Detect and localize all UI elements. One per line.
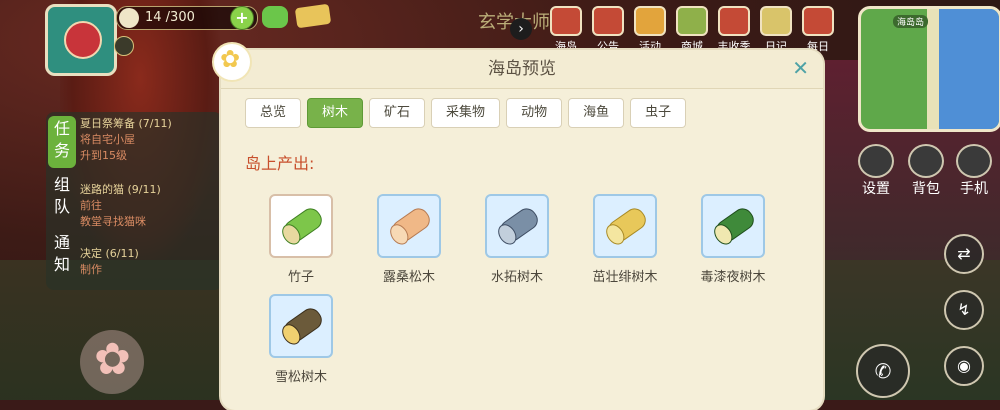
side-btn-label: 背包 [912, 181, 940, 197]
player-avatar[interactable] [45, 4, 117, 76]
coin-icon [119, 8, 139, 28]
tab-sea-fish[interactable]: 海鱼 [568, 98, 625, 128]
tab-notify[interactable]: 通知 [48, 232, 76, 282]
camera-button[interactable]: ◉ [944, 346, 984, 386]
swap-button[interactable]: ⇄ [944, 234, 984, 274]
modal-tabs: 总览 树木 矿石 采集物 动物 海鱼 虫子 [245, 98, 687, 128]
megaphone-button[interactable]: ✆ [856, 344, 910, 398]
task-tab-label: 通知 [53, 233, 70, 274]
lacquer-log-icon [712, 204, 758, 246]
sturdy-log-icon [604, 204, 650, 246]
close-icon[interactable]: ✕ [792, 58, 809, 78]
diary-icon [760, 6, 792, 36]
minimap-label: 海岛岛 [893, 15, 929, 28]
item-slot [269, 194, 333, 258]
item-pine-log[interactable]: 露桑松木 [369, 194, 449, 285]
megaphone-icon: ✆ [874, 359, 892, 383]
avatar-face-icon [64, 21, 102, 59]
nav-harvest[interactable]: 丰收季 [716, 6, 752, 53]
nav-daily[interactable]: 每日 [800, 6, 836, 53]
backpack-button[interactable]: 背包 [906, 144, 946, 198]
side-btn-label: 手机 [960, 181, 988, 197]
frog-icon[interactable] [262, 6, 288, 28]
tab-team[interactable]: 组队 [48, 174, 76, 224]
backpack-icon [908, 144, 944, 178]
item-slot [377, 194, 441, 258]
gear-icon [858, 144, 894, 178]
item-label: 茁壮绯树木 [592, 270, 658, 285]
task-tab-label: 任务 [53, 119, 70, 160]
tab-overview[interactable]: 总览 [245, 98, 302, 128]
item-cedar-log[interactable]: 雪松树木 [261, 294, 341, 385]
tab-animals[interactable]: 动物 [506, 98, 563, 128]
camera-icon: ◉ [957, 356, 971, 375]
section-title: 岛上产出: [245, 154, 315, 173]
item-slot [269, 294, 333, 358]
scythe-icon: ↯ [957, 300, 971, 319]
minimap[interactable]: 海岛岛 [858, 6, 1000, 132]
events-icon [634, 6, 666, 36]
tab-ores[interactable]: 矿石 [369, 98, 426, 128]
cedar-log-icon [280, 304, 326, 346]
nav-events[interactable]: 活动 [632, 6, 668, 53]
item-label: 竹子 [287, 270, 314, 285]
status-badge-icon[interactable] [114, 36, 134, 56]
island-icon [550, 6, 582, 36]
nav-notice[interactable]: 公告 [590, 6, 626, 53]
wheat-icon [718, 6, 750, 36]
item-lacquer-log[interactable]: 毒漆夜树木 [693, 194, 773, 285]
item-label: 露桑松木 [382, 270, 435, 285]
flower-decoration-icon [212, 42, 252, 82]
joystick-flower-button[interactable] [80, 330, 144, 394]
island-preview-modal: 海岛预览 ✕ 总览 树木 矿石 采集物 动物 海鱼 虫子 岛上产出: 竹子 露桑… [221, 50, 823, 410]
task-panel: 任务 组队 通知 夏日祭筹备 (7/11) 将自宅小屋 升到15级 迷路的猫 (… [46, 112, 222, 290]
modal-title: 海岛预览 [488, 59, 556, 79]
tool-button[interactable]: ↯ [944, 290, 984, 330]
item-slot [701, 194, 765, 258]
pine-log-icon [388, 204, 434, 246]
swap-icon: ⇄ [957, 244, 971, 263]
task-tab-label: 组队 [53, 175, 70, 216]
nav-diary[interactable]: 日记 [758, 6, 794, 53]
minimap-water [939, 9, 999, 129]
item-label: 毒漆夜树木 [700, 270, 766, 285]
tab-trees[interactable]: 树木 [307, 98, 364, 128]
phone-button[interactable]: 手机 [954, 144, 994, 198]
top-nav: 海岛 公告 活动 商城 丰收季 日记 每日 [548, 6, 836, 53]
nav-shop[interactable]: 商城 [674, 6, 710, 53]
shop-icon [676, 6, 708, 36]
settings-button[interactable]: 设置 [856, 144, 896, 198]
expand-arrow-button[interactable]: › [510, 18, 532, 40]
calendar-icon [802, 6, 834, 36]
item-bamboo[interactable]: 竹子 [261, 194, 341, 285]
item-label: 水拓树木 [490, 270, 543, 285]
nav-island[interactable]: 海岛 [548, 6, 584, 53]
item-sturdy-log[interactable]: 茁壮绯树木 [585, 194, 665, 285]
item-water-log[interactable]: 水拓树木 [477, 194, 557, 285]
item-slot [485, 194, 549, 258]
bamboo-icon [280, 204, 326, 246]
add-energy-button[interactable]: + [230, 6, 254, 30]
phone-icon [956, 144, 992, 178]
item-label: 雪松树木 [274, 370, 327, 385]
energy-value: 14 /300 [145, 10, 195, 25]
tab-insects[interactable]: 虫子 [630, 98, 687, 128]
tab-gatherables[interactable]: 采集物 [431, 98, 501, 128]
side-btn-label: 设置 [862, 181, 890, 197]
water-log-icon [496, 204, 542, 246]
modal-header: 海岛预览 [221, 50, 823, 89]
item-slot [593, 194, 657, 258]
tab-tasks[interactable]: 任务 [48, 116, 76, 168]
notice-icon [592, 6, 624, 36]
